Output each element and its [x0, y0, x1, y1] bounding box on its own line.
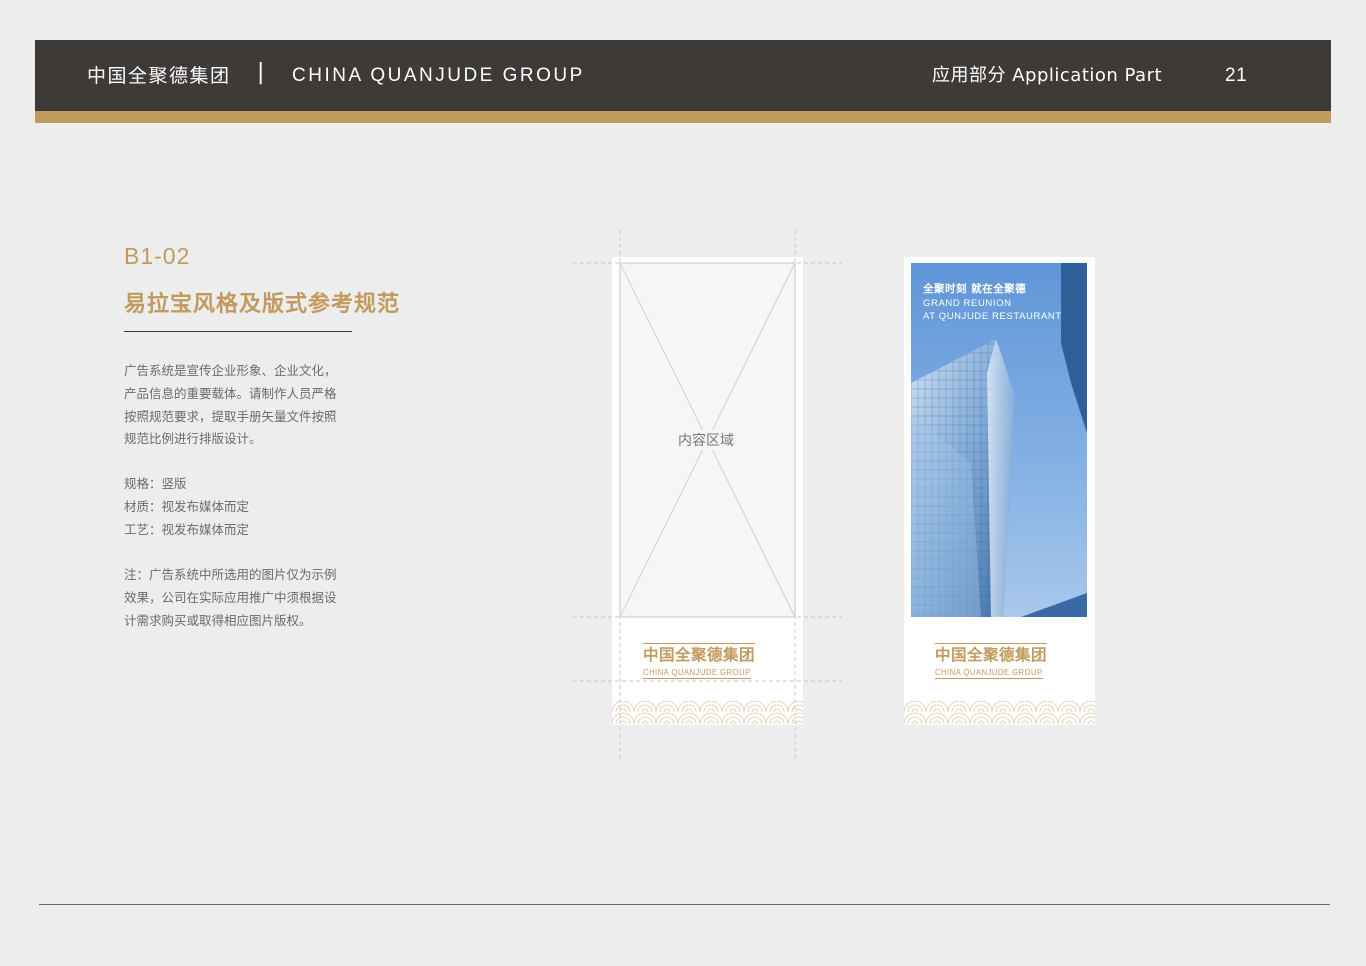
slogan-cn: 全聚时刻 就在全聚德 [923, 283, 1027, 295]
wave-pattern [612, 701, 803, 725]
slogan-en-line1: GRAND REUNION [923, 298, 1012, 309]
template-logo-cn: 中国全聚德集团 [643, 643, 756, 664]
template-logo-en: CHINA QUANJUDE GROUP [643, 668, 751, 679]
content-area-label: 内容区域 [670, 430, 742, 450]
footer-divider [39, 904, 1330, 905]
layout-guides [573, 230, 842, 762]
wave-pattern [904, 701, 1095, 725]
slogan-en-line2: AT QUNJUDE RESTAURANT [923, 311, 1062, 322]
example-logo-en: CHINA QUANJUDE GROUP [935, 668, 1043, 679]
example-logo-cn: 中国全聚德集团 [935, 643, 1048, 664]
